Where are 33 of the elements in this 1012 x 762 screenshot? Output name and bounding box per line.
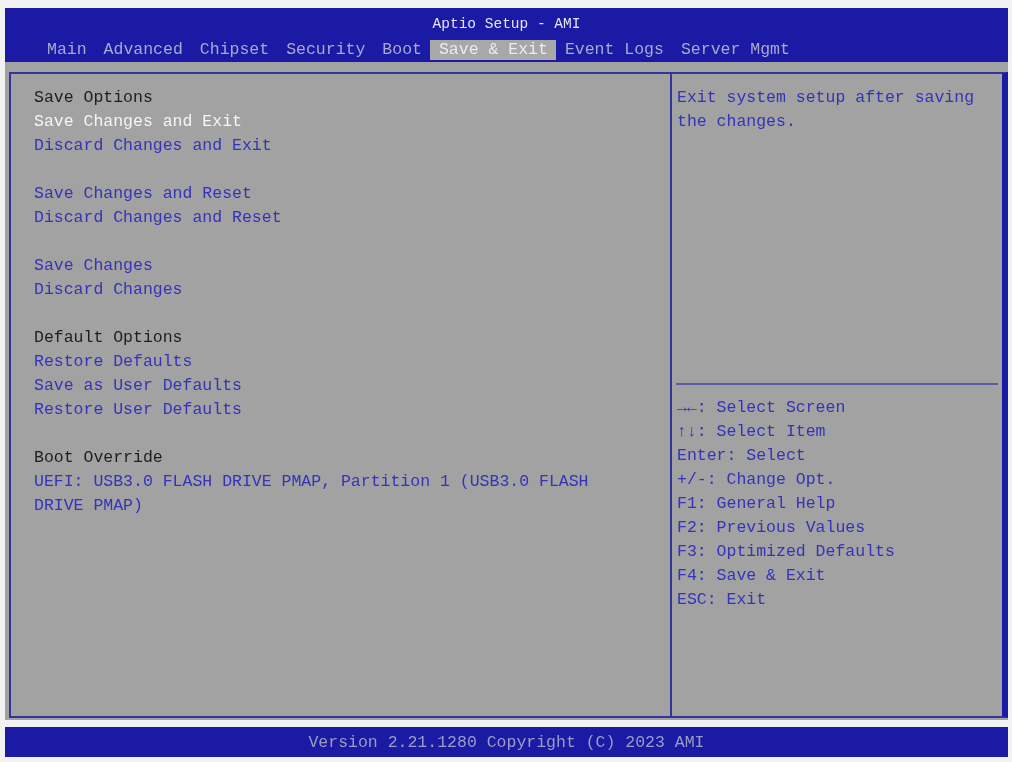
window-title: Aptio Setup - AMI	[432, 16, 581, 32]
menu-tab[interactable]: Boot	[373, 40, 430, 60]
menu-tab[interactable]: Security	[277, 40, 374, 60]
key-hint: ESC: Exit	[677, 589, 767, 611]
section-heading: Boot Override	[34, 447, 163, 469]
menu-option[interactable]: Save Changes	[34, 254, 153, 278]
menu-tab[interactable]: Event Logs	[555, 40, 672, 60]
key-hint: →←: Select Screen	[677, 397, 846, 419]
menu-option[interactable]: Discard Changes and Exit	[34, 134, 272, 158]
menu-tab[interactable]: Chipset	[190, 40, 278, 60]
section-heading: Save Options	[34, 87, 153, 109]
key-hint: F3: Optimized Defaults	[677, 541, 895, 563]
menu-tab[interactable]: Save & Exit	[429, 40, 556, 60]
menu-option[interactable]: Restore Defaults	[34, 350, 193, 374]
section-heading: Default Options	[34, 327, 183, 349]
menu-option[interactable]: Restore User Defaults	[34, 398, 242, 422]
menu-option[interactable]: Save as User Defaults	[34, 374, 242, 398]
menu-option[interactable]: Save Changes and Exit	[34, 110, 242, 134]
menu-option[interactable]: Discard Changes	[34, 278, 183, 302]
key-hint: F1: General Help	[677, 493, 836, 515]
key-hint: ↑↓: Select Item	[677, 421, 826, 443]
help-text: Exit system setup after saving the changes.	[677, 87, 976, 133]
menu-tab[interactable]: Advanced	[94, 40, 191, 60]
key-hint: F4: Save & Exit	[677, 565, 826, 587]
menu-tab[interactable]: Server Mgmt	[671, 40, 798, 60]
key-hint: Enter: Select	[677, 445, 806, 467]
menu-option[interactable]: Save Changes and Reset	[34, 182, 252, 206]
key-hint: F2: Previous Values	[677, 517, 866, 539]
menu-option[interactable]: UEFI: USB3.0 FLASH DRIVE PMAP, Partition 1 (USB3.0 FLASH DRIVE PMAP)	[34, 470, 599, 518]
key-hint: +/-: Change Opt.	[677, 469, 836, 491]
menu-tab[interactable]: Main	[38, 40, 95, 60]
version-text: Version 2.21.1280 Copyright (C) 2023 AMI	[308, 732, 705, 752]
menu-option[interactable]: Discard Changes and Reset	[34, 206, 282, 230]
